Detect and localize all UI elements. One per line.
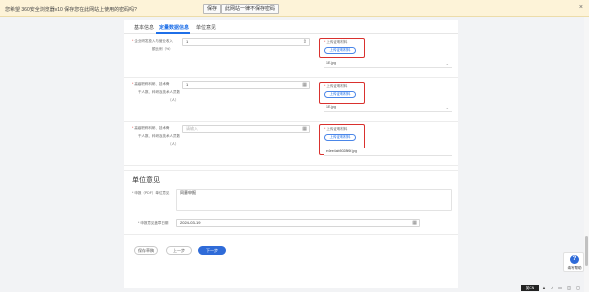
row3-label: * 高级职称科研、技术骨 [132,126,170,130]
chevron-down-icon: ⌄ [445,105,449,110]
tab-basic-info[interactable]: 基本信息 [134,24,154,31]
opinion-label: * 申报（PDF）单位意见 [132,191,170,195]
row2-upload-button[interactable]: 上传证明材料 [324,91,356,98]
calendar-icon[interactable]: ▦ [302,126,307,132]
never-save-password-button[interactable]: 此网站一律不保存密码 [221,4,280,14]
save-password-button[interactable]: 保存 [203,4,222,14]
help-icon: ? [570,255,579,264]
row3-file[interactable]: e4ee4ab5028f6f.jpg [324,148,452,156]
help-widget[interactable]: ? 填写帮助 [563,252,584,272]
row3-input[interactable]: 请输入 ▦ [182,125,310,133]
desktop-icon[interactable]: ▢ [575,285,581,291]
row2-label-line3: （人） [168,98,179,102]
stepper-icon[interactable]: ⇕ [303,39,307,45]
row1-label-line2: 额比例（%） [152,47,173,51]
row3-label-line2: 干人数、科研及技术人员数 [138,134,180,138]
row-divider [124,165,458,166]
close-icon[interactable]: × [579,4,583,11]
save-draft-button[interactable]: 保存草稿 [134,246,158,255]
next-step-button[interactable]: 下一步 [198,246,226,255]
row1-upload-button[interactable]: 上传证明材料 [324,47,356,54]
active-tab-indicator [156,32,190,34]
opinion-textarea[interactable]: 同意申报 [176,189,452,211]
prev-step-button[interactable]: 上一步 [166,246,192,255]
row2-file[interactable]: 1E.jpg ⌄ [324,104,452,112]
save-password-bar: 您希望 360安全浏览器v10 保存您在此网站上使用的密码吗? 保存 此网站一律… [0,0,589,17]
scrollbar-thumb[interactable] [585,236,588,266]
volume-icon[interactable]: ♪ [549,285,555,291]
chevron-down-icon: ⌄ [445,61,449,66]
tab-quantitative-data[interactable]: 定量数据信息 [159,24,189,31]
date-input[interactable]: 2024-03-19 ▦ [176,219,420,227]
date-label: * 申报意见盖章日期 [138,221,169,225]
row1-file[interactable]: 1E.jpg ⌄ [324,60,452,68]
section-divider [124,234,458,235]
row1-label: * 企业研发投入与营业收入 [132,39,173,43]
battery-icon[interactable]: ▭ [557,285,563,291]
form-card: 基本信息 定量数据信息 单位意见 * 企业研发投入与营业收入 额比例（%） 1 ⇕… [124,20,458,288]
help-label: 填写帮助 [567,266,582,270]
row2-label: * 高级职称科研、技术骨 [132,82,170,86]
ime-indicator[interactable]: 英CN [521,285,539,291]
row1-input[interactable]: 1 ⇕ [182,38,310,46]
row1-upload-label: * 上传证明材料 [324,40,348,44]
notification-icon[interactable]: ◫ [566,285,572,291]
row3-upload-button[interactable]: 上传证明材料 [324,134,356,141]
calendar-icon[interactable]: ▦ [412,220,417,226]
row3-label-line3: （人） [168,142,179,146]
row3-upload-label: * 上传证明材料 [324,127,348,131]
row-divider [124,121,458,122]
network-icon[interactable]: ▲ [541,285,547,291]
tab-bar: 基本信息 定量数据信息 单位意见 [124,20,458,34]
save-password-message: 您希望 360安全浏览器v10 保存您在此网站上使用的密码吗? [5,7,137,13]
section-title: 单位意见 [132,177,160,184]
calendar-icon[interactable]: ▦ [302,82,307,88]
tab-unit-opinion[interactable]: 单位意见 [196,24,216,31]
row2-upload-label: * 上传证明材料 [324,84,348,88]
row2-input[interactable]: 1 ▦ [182,81,310,89]
row2-label-line2: 干人数、科研及技术人员数 [138,90,180,94]
row-divider [124,77,458,78]
section-divider [124,170,458,171]
